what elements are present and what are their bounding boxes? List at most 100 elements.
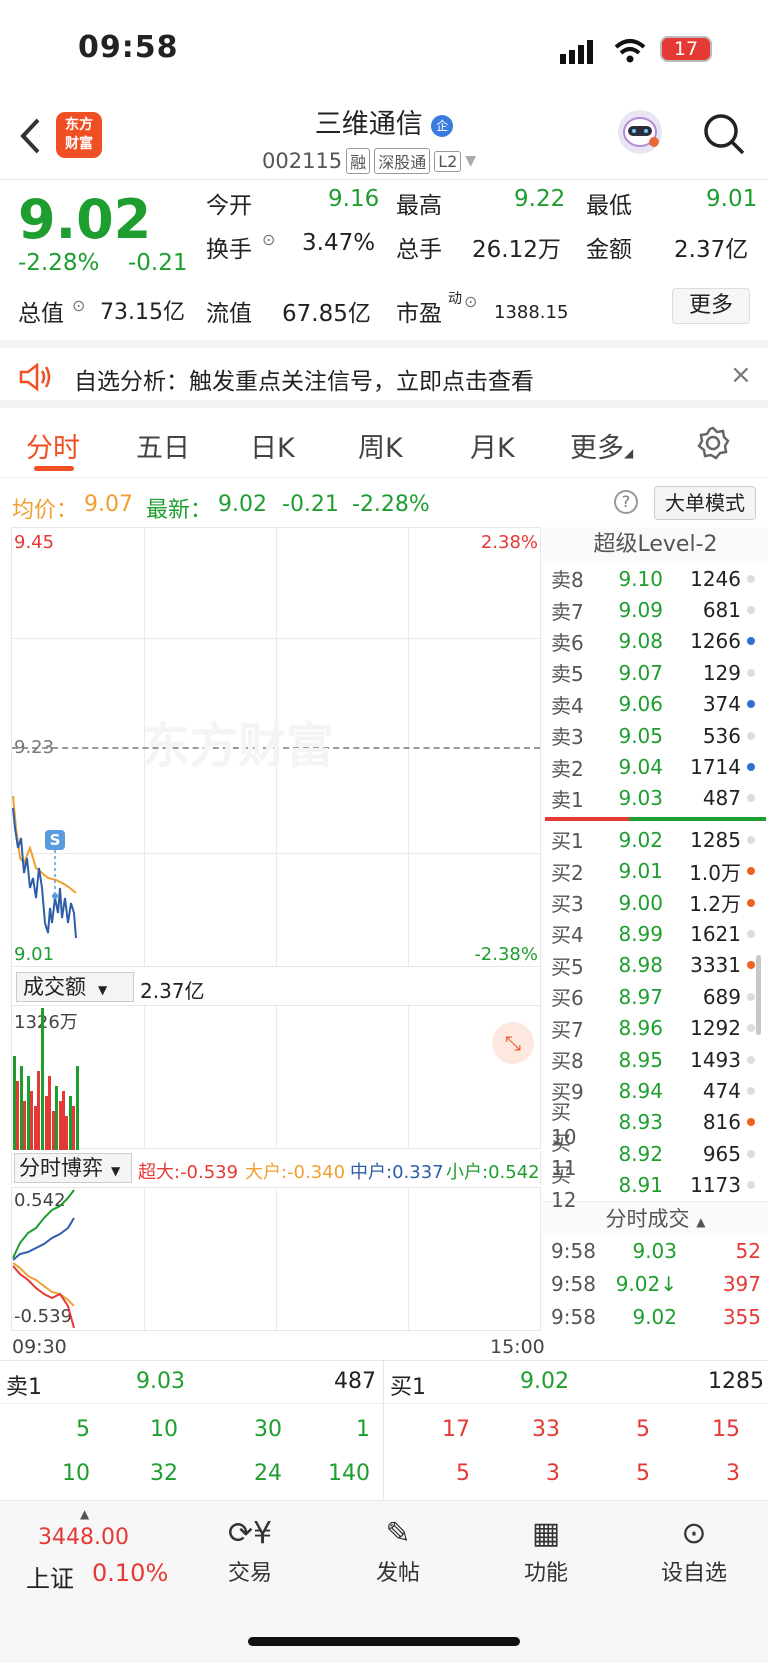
close-icon[interactable]: × — [730, 360, 752, 390]
tab-weekly-k[interactable]: 周K — [358, 426, 403, 465]
level-price: 9.07 — [618, 660, 663, 685]
level-price: 8.97 — [618, 984, 663, 1009]
nav-post-label: 发帖 — [375, 1561, 420, 1586]
ask-row[interactable]: 卖8 9.10 1246 — [543, 563, 768, 594]
info-icon[interactable]: ⊙ — [262, 230, 275, 249]
level-name: 买4 — [551, 923, 584, 948]
bid-row[interactable]: 买8 8.95 1493 — [543, 1044, 768, 1075]
level-price: 8.93 — [618, 1110, 663, 1135]
level-volume: 689 — [702, 984, 741, 1009]
super-large-value: 超大:-0.539 — [138, 1162, 239, 1183]
volume-value: 26.12万 — [472, 237, 561, 263]
tab-more[interactable]: 更多◢ — [570, 426, 633, 465]
home-indicator[interactable] — [248, 1637, 520, 1646]
status-bar: 09:58 17 — [0, 0, 768, 100]
settings-gear-icon[interactable] — [696, 426, 730, 467]
index-percent: 0.10% — [92, 1559, 169, 1587]
bid-row[interactable]: 买7 8.96 1292 — [543, 1012, 768, 1043]
intraday-chart[interactable]: 东方财富 9.45 9.23 9.01 2.38% -2.38% S — [11, 527, 541, 967]
pe-dynamic: 动 — [448, 291, 462, 307]
level-name: 买7 — [551, 1017, 584, 1042]
ask-row[interactable]: 卖5 9.07 129 — [543, 657, 768, 688]
notice-text: 自选分析：触发重点关注信号，立即点击查看 — [74, 369, 534, 395]
tab-intraday[interactable]: 分时 — [26, 426, 80, 465]
status-dot-icon — [747, 1055, 755, 1064]
level-price: 9.09 — [618, 598, 663, 623]
tab-monthly-k[interactable]: 月K — [470, 426, 515, 465]
bid-row[interactable]: 买4 8.99 1621 — [543, 918, 768, 949]
intraday-summary: 均价： 9.07 最新： 9.02 -0.21 -2.28% ? 大单模式 — [0, 480, 768, 524]
nav-post[interactable]: ✎ 发帖 — [348, 1513, 448, 1587]
bid-row[interactable]: 买12 8.91 1173 — [543, 1163, 768, 1212]
queue-volume: 3 — [726, 1461, 740, 1486]
edit-icon: ✎ — [385, 1516, 411, 1551]
more-button[interactable]: 更多 — [672, 288, 750, 324]
queue-volume: 10 — [62, 1461, 90, 1486]
ask-row[interactable]: 卖4 9.06 374 — [543, 689, 768, 720]
queue-volume: 10 — [150, 1417, 178, 1442]
queue-volume: 30 — [254, 1417, 282, 1442]
expand-up-icon[interactable]: ▲ — [80, 1507, 89, 1521]
tick-time: 9:58 — [551, 1305, 596, 1330]
big-order-mode-button[interactable]: 大单模式 — [654, 486, 756, 520]
volume-header: 成交额 ▼ 2.37亿 — [11, 969, 541, 1005]
index-name: 上证 — [26, 1565, 74, 1593]
level-price: 9.10 — [618, 566, 663, 591]
order-book: 超级Level-2 卖8 9.10 1246 卖7 9.09 681 卖6 9.08 1266 卖… — [543, 527, 768, 1334]
level-name: 买1 — [551, 829, 584, 854]
open-label: 今开 — [206, 193, 252, 219]
volume-chart[interactable]: 1326万 ⤡ — [11, 1005, 541, 1150]
nav-watchlist[interactable]: ⊙ 设自选 — [644, 1513, 744, 1587]
price-line — [12, 807, 77, 939]
notice-banner[interactable]: 自选分析：触发重点关注信号，立即点击查看 × — [0, 340, 768, 408]
tab-more-label: 更多 — [570, 433, 624, 464]
dropdown-icon[interactable]: ▼ — [465, 153, 476, 169]
bid-row[interactable]: 买2 9.01 1.0万 — [543, 856, 768, 887]
game-selector[interactable]: 分时博弈 ▼ — [14, 1153, 132, 1183]
open-value: 9.16 — [328, 186, 380, 212]
level-name: 买6 — [551, 986, 584, 1011]
signal-marker[interactable]: S — [45, 830, 65, 850]
game-chart[interactable]: 0.542 -0.539 — [11, 1187, 541, 1331]
info-icon[interactable]: ⊙ — [72, 296, 85, 315]
queue-volume: 15 — [712, 1417, 740, 1442]
volume-selector[interactable]: 成交额 ▼ — [16, 972, 134, 1002]
level-price: 9.04 — [618, 755, 663, 780]
nav-trade[interactable]: ⟳¥ 交易 — [200, 1513, 300, 1587]
volume-label: 总手 — [396, 237, 442, 263]
signal-icon — [560, 40, 598, 68]
latest-label: 最新： — [146, 498, 213, 523]
tab-five-day[interactable]: 五日 — [136, 426, 190, 465]
robot-avatar-icon[interactable] — [618, 110, 662, 154]
battery-level: 17 — [673, 38, 699, 60]
status-dot-icon — [747, 574, 755, 583]
index-value[interactable]: 3448.00 — [38, 1525, 129, 1550]
ask-row[interactable]: 卖2 9.04 1714 — [543, 751, 768, 782]
bid-row[interactable]: 买3 9.00 1.2万 — [543, 887, 768, 918]
bid-row[interactable]: 买5 8.98 3331 — [543, 950, 768, 981]
scrollbar[interactable] — [756, 955, 761, 1035]
tick-price: 9.03 — [632, 1239, 677, 1264]
tab-daily-k[interactable]: 日K — [250, 426, 295, 465]
nav-functions[interactable]: ▦ 功能 — [496, 1513, 596, 1587]
ask-row[interactable]: 卖7 9.09 681 — [543, 594, 768, 625]
queue-volume: 24 — [254, 1461, 282, 1486]
search-icon[interactable] — [702, 112, 746, 160]
queue-volume: 5 — [636, 1461, 650, 1486]
level-volume: 1.0万 — [689, 860, 741, 885]
help-icon[interactable]: ? — [614, 490, 638, 514]
ask-row[interactable]: 卖3 9.05 536 — [543, 720, 768, 751]
game-lines — [12, 1189, 75, 1329]
level-name: 卖3 — [551, 725, 584, 750]
ask-row[interactable]: 卖6 9.08 1266 — [543, 626, 768, 657]
level-volume: 965 — [702, 1141, 741, 1166]
bid-row[interactable]: 买6 8.97 689 — [543, 981, 768, 1012]
ask-row[interactable]: 卖1 9.03 487 — [543, 783, 768, 814]
tag-margin: 融 — [346, 148, 371, 174]
status-dot-icon — [747, 606, 755, 615]
status-dot-icon — [747, 637, 755, 646]
level-volume: 3331 — [690, 953, 741, 978]
bid-row[interactable]: 买1 9.02 1285 — [543, 824, 768, 855]
queue-volume: 3 — [546, 1461, 560, 1486]
info-icon[interactable]: ⊙ — [464, 292, 477, 311]
